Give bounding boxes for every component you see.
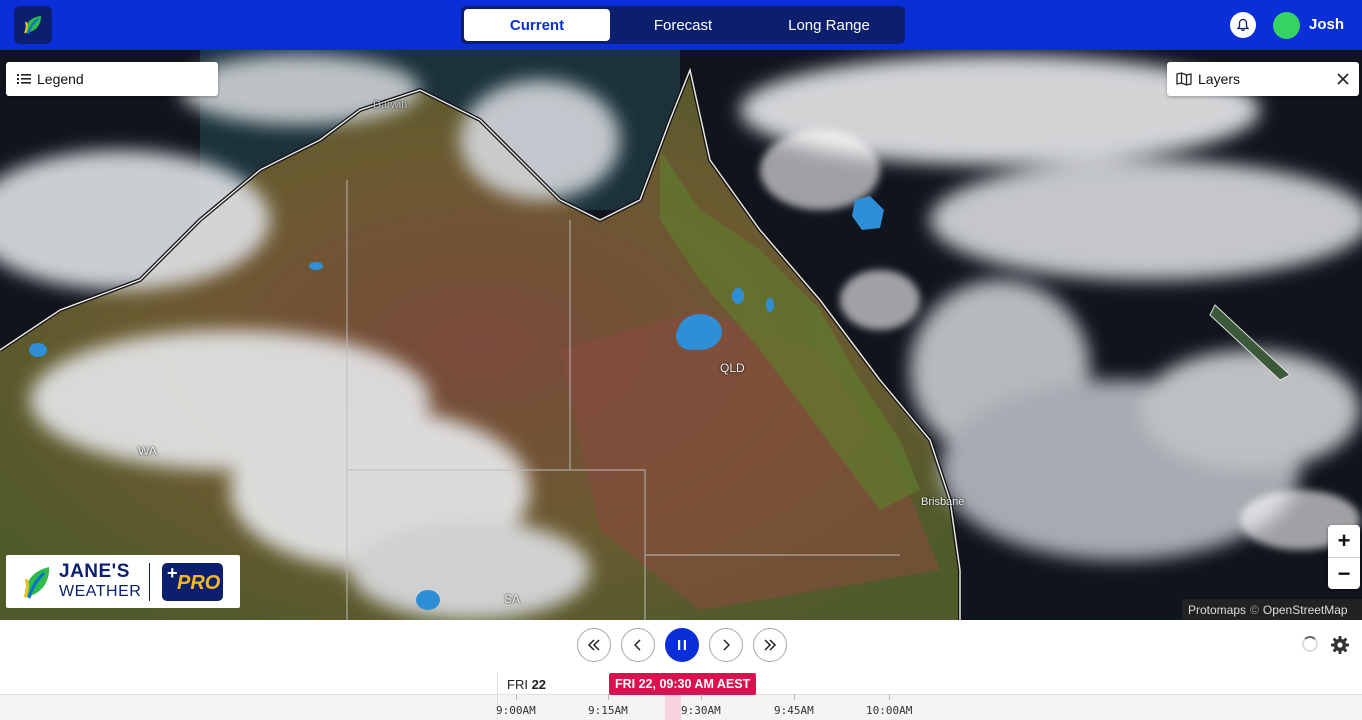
step-forward-button[interactable] <box>709 628 743 662</box>
time-tick: 9:15AM <box>588 704 628 717</box>
attribution-protomaps[interactable]: Protomaps <box>1188 603 1246 617</box>
pro-plus: + <box>167 563 178 583</box>
current-time-badge: FRI 22, 09:30 AM AEST <box>609 673 757 695</box>
step-back-button[interactable] <box>621 628 655 662</box>
double-chevron-right-icon <box>764 639 777 651</box>
skip-forward-button[interactable] <box>753 628 787 662</box>
view-tabs: Current Forecast Long Range <box>461 6 905 44</box>
satellite-map[interactable]: Legend Layers Darwin QLD WA Brisbane SA … <box>0 50 1362 620</box>
avatar[interactable] <box>1273 12 1300 39</box>
satellite-imagery <box>0 50 1362 620</box>
day-number: 22 <box>531 677 547 692</box>
list-icon <box>17 74 31 84</box>
double-chevron-left-icon <box>587 639 600 651</box>
pro-label: PRO <box>177 572 221 594</box>
app-logo[interactable] <box>14 6 52 44</box>
layers-label: Layers <box>1198 71 1241 87</box>
playback-controls <box>0 620 1362 673</box>
notifications-button[interactable] <box>1230 12 1256 38</box>
layers-panel-header[interactable]: Layers <box>1167 62 1359 96</box>
tab-long-range[interactable]: Long Range <box>756 9 902 41</box>
attribution-separator: © <box>1250 602 1259 617</box>
zoom-in-button[interactable]: + <box>1328 525 1360 558</box>
time-tick: 9:00AM <box>496 704 536 717</box>
bell-icon <box>1236 18 1250 32</box>
place-label-darwin: Darwin <box>373 99 408 111</box>
legend-button[interactable]: Legend <box>6 62 218 96</box>
janes-weather-pro-logo: JANE'S WEATHER + PRO <box>6 555 240 608</box>
map-attribution: Protomaps © OpenStreetMap <box>1182 599 1362 620</box>
brand-line2: WEATHER <box>59 583 142 600</box>
time-tick: 9:45AM <box>774 704 814 717</box>
place-label-wa: WA <box>138 444 157 458</box>
place-label-qld: QLD <box>720 361 745 375</box>
current-time-marker <box>665 695 681 720</box>
place-label-brisbane: Brisbane <box>921 496 965 508</box>
chevron-left-icon <box>634 639 641 651</box>
day-name: FRI <box>507 677 528 692</box>
tab-forecast[interactable]: Forecast <box>610 9 756 41</box>
time-tick: 10:00AM <box>866 704 913 717</box>
pause-icon <box>678 640 686 650</box>
leaf-logo-icon <box>24 16 41 35</box>
day-label: FRI 22 <box>507 677 546 692</box>
gear-icon[interactable] <box>1330 635 1350 655</box>
pro-badge: + PRO <box>162 563 223 601</box>
time-tick: 9:30AM <box>681 704 721 717</box>
top-bar: Current Forecast Long Range Josh <box>0 0 1362 50</box>
skip-back-button[interactable] <box>577 628 611 662</box>
place-label-sa: SA <box>504 592 521 606</box>
close-icon[interactable] <box>1337 73 1349 85</box>
chevron-right-icon <box>723 639 730 651</box>
legend-label: Legend <box>37 71 84 87</box>
pause-button[interactable] <box>665 628 699 662</box>
zoom-controls: + − <box>1328 525 1360 589</box>
loading-spinner-icon <box>1302 636 1318 652</box>
zoom-out-button[interactable]: − <box>1328 558 1360 590</box>
leaf-logo-icon <box>23 567 50 599</box>
brand-line1: JANE'S <box>59 561 130 582</box>
attribution-osm[interactable]: OpenStreetMap <box>1263 603 1348 617</box>
tab-current[interactable]: Current <box>464 9 610 41</box>
map-icon <box>1176 72 1192 86</box>
username[interactable]: Josh <box>1309 16 1344 33</box>
timeline[interactable]: FRI 22 FRI 22, 09:30 AM AEST 9:00AM 9:15… <box>0 672 1362 720</box>
